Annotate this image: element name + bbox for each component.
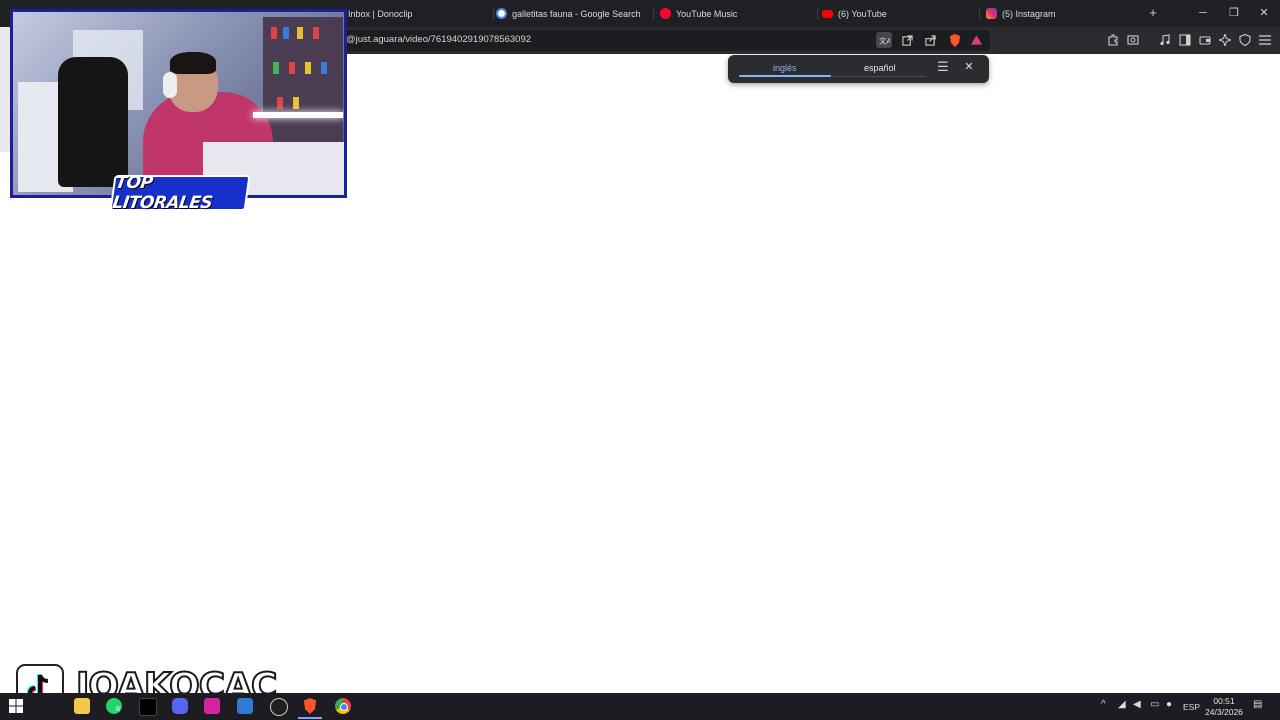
whatsapp-badge: 8 — [116, 706, 120, 713]
webcam-light — [253, 112, 343, 118]
app-icon[interactable] — [237, 698, 253, 714]
chrome-icon[interactable] — [335, 698, 351, 714]
language-indicator[interactable]: ESP — [1183, 702, 1200, 712]
url-text: @just.aguara/video/7619402919078563092 — [346, 34, 532, 45]
clock-date: 24/3/2026 — [1205, 707, 1243, 717]
youtube-music-icon — [660, 8, 671, 19]
close-window-button[interactable]: ✕ — [1256, 5, 1272, 21]
brave-shields-icon[interactable] — [947, 32, 963, 48]
tab-title: Inbox | Donoclip — [348, 8, 413, 19]
active-language-indicator — [739, 75, 831, 77]
tab-youtube[interactable]: (6) YouTube — [822, 0, 980, 27]
brave-rewards-icon[interactable] — [968, 32, 984, 48]
translate-close-button[interactable]: ✕ — [962, 60, 976, 74]
app-icon[interactable] — [204, 698, 220, 714]
restore-button[interactable]: ❐ — [1226, 5, 1242, 21]
tab-title: (5) Instagram — [1002, 8, 1056, 19]
webcam-shelf — [263, 17, 343, 147]
webcam-hair-top — [170, 52, 216, 74]
webcam-overlay — [10, 9, 347, 198]
vpn-icon[interactable] — [1237, 32, 1253, 48]
tab-title: YouTube Music — [676, 8, 738, 19]
tab-youtube-music[interactable]: YouTube Music — [660, 0, 818, 27]
new-tab-button[interactable]: + — [1146, 6, 1160, 20]
obs-icon[interactable] — [270, 698, 288, 716]
youtube-icon — [822, 9, 833, 18]
show-hidden-icons[interactable]: ^ — [1101, 699, 1106, 710]
translate-options-button[interactable]: ☰ — [936, 60, 950, 74]
svg-text:文A: 文A — [879, 36, 890, 45]
tab-title: galletitas fauna - Google Search — [512, 8, 641, 19]
share-icon[interactable] — [922, 32, 938, 48]
tab-title: (6) YouTube — [838, 8, 887, 19]
webcam-headset — [163, 72, 177, 98]
menu-icon[interactable] — [1257, 32, 1273, 48]
extensions-icon[interactable] — [1105, 32, 1121, 48]
screenshot-icon[interactable] — [1125, 32, 1141, 48]
sidebar-icon[interactable] — [1177, 32, 1193, 48]
volume-icon[interactable]: ◀ — [1133, 699, 1141, 710]
microphone-icon[interactable]: ● — [1166, 699, 1172, 710]
target-language-tab[interactable]: español — [864, 63, 896, 73]
minimize-button[interactable]: ─ — [1195, 5, 1211, 21]
translate-popup: inglés español ☰ ✕ — [728, 55, 989, 83]
open-external-icon[interactable] — [899, 32, 915, 48]
translate-icon[interactable]: 文A — [876, 32, 892, 48]
instagram-icon — [986, 8, 997, 19]
source-language-tab[interactable]: inglés — [773, 63, 797, 73]
tab-instagram[interactable]: (5) Instagram — [986, 0, 1136, 27]
discord-icon[interactable] — [172, 698, 188, 714]
display-icon[interactable]: ▭ — [1150, 699, 1159, 710]
media-icon[interactable] — [1157, 32, 1173, 48]
start-icon[interactable] — [8, 698, 24, 714]
google-icon — [496, 8, 507, 19]
network-icon[interactable]: ◢ — [1118, 699, 1126, 710]
tab-donoclip[interactable]: Inbox | Donoclip — [348, 0, 494, 27]
tiktok-icon[interactable] — [139, 698, 157, 716]
notifications-icon[interactable]: ▤ — [1253, 699, 1262, 710]
wallet-icon[interactable] — [1197, 32, 1213, 48]
file-explorer-icon[interactable] — [74, 698, 90, 714]
windows-taskbar — [0, 693, 1280, 720]
webcam-overlay-label: TOP LITORALES — [109, 173, 251, 213]
leo-ai-icon[interactable] — [1217, 32, 1233, 48]
webcam-chair — [58, 57, 128, 187]
address-bar[interactable]: @just.aguara/video/7619402919078563092 — [340, 30, 990, 51]
language-tab-track — [831, 76, 926, 77]
taskbar-clock[interactable]: 00:51 24/3/2026 — [1203, 696, 1245, 718]
tab-google-search[interactable]: galletitas fauna - Google Search — [496, 0, 654, 27]
whatsapp-icon[interactable]: 8 — [106, 698, 122, 714]
clock-time: 00:51 — [1213, 696, 1235, 706]
brave-active-indicator — [298, 717, 322, 719]
brave-icon[interactable] — [302, 698, 318, 714]
